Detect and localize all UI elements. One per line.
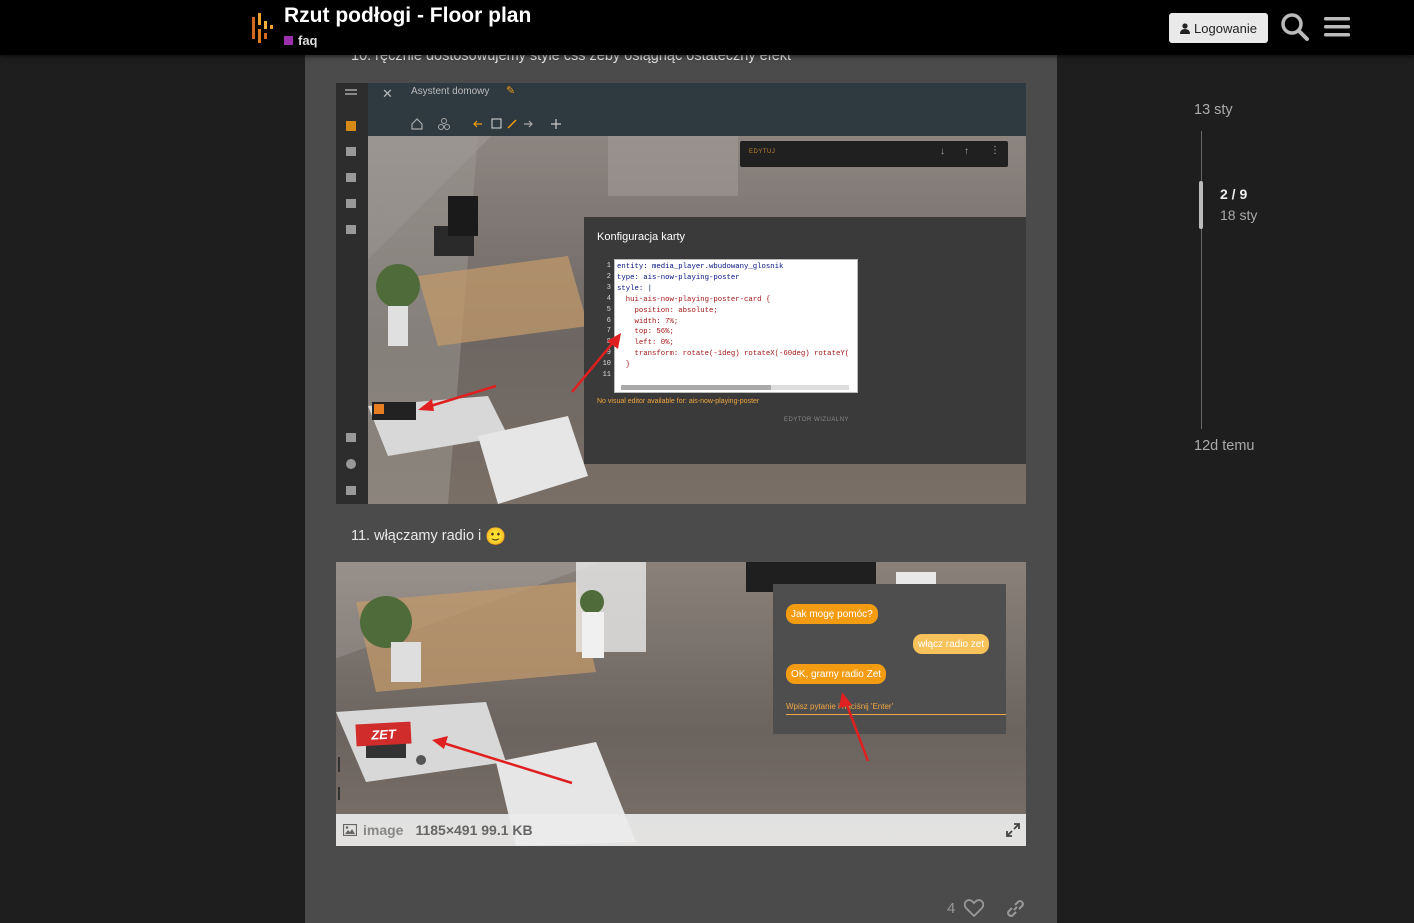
image-icon — [343, 824, 357, 836]
timeline-start-date[interactable]: 13 sty — [1194, 102, 1233, 118]
login-label: Logowanie — [1194, 20, 1257, 36]
step-11-label: 11. włączamy radio i — [351, 528, 482, 544]
login-button[interactable]: Logowanie — [1169, 13, 1268, 43]
image-meta-bar[interactable]: image 1185×491 99.1 KB — [336, 814, 1026, 846]
timeline-position-date: 18 sty — [1220, 207, 1258, 223]
red-arrows-overlay — [418, 333, 621, 411]
screenshot-radio-chat[interactable]: ZET Jak mogę pomóc? włącz radio zet OK, … — [336, 562, 1026, 846]
site-header: Rzut podłogi - Floor plan faq Logowanie — [0, 0, 1414, 55]
link-icon[interactable] — [1005, 898, 1026, 919]
heart-icon[interactable] — [964, 899, 984, 917]
expand-icon[interactable] — [1006, 823, 1020, 837]
timeline-position: 2 / 9 — [1220, 186, 1248, 202]
category-color-square — [284, 36, 293, 45]
step-11-text: 11. włączamy radio i 🙂 — [351, 527, 506, 547]
image-info: 1185×491 99.1 KB — [415, 822, 533, 838]
timeline-handle[interactable] — [1199, 181, 1203, 229]
like-count: 4 — [947, 900, 956, 917]
timeline-end-label[interactable]: 12d temu — [1194, 438, 1254, 454]
category-label: faq — [298, 33, 318, 48]
screenshot-card-config[interactable]: ✕ Asystent domowy ✎ EDYTUJ ↓ ↑ ⋮ Konfigu… — [336, 83, 1026, 504]
user-icon — [1180, 22, 1191, 34]
page-title[interactable]: Rzut podłogi - Floor plan — [284, 4, 531, 28]
red-arrows-overlay-2 — [338, 692, 870, 800]
category-badge[interactable]: faq — [284, 33, 318, 48]
smile-emoji-icon: 🙂 — [485, 527, 507, 546]
search-icon[interactable] — [1280, 12, 1310, 42]
image-label: image — [363, 822, 404, 838]
timeline-track[interactable] — [1201, 131, 1202, 429]
site-logo-icon[interactable] — [252, 13, 276, 43]
hamburger-menu-icon[interactable] — [1322, 12, 1352, 42]
